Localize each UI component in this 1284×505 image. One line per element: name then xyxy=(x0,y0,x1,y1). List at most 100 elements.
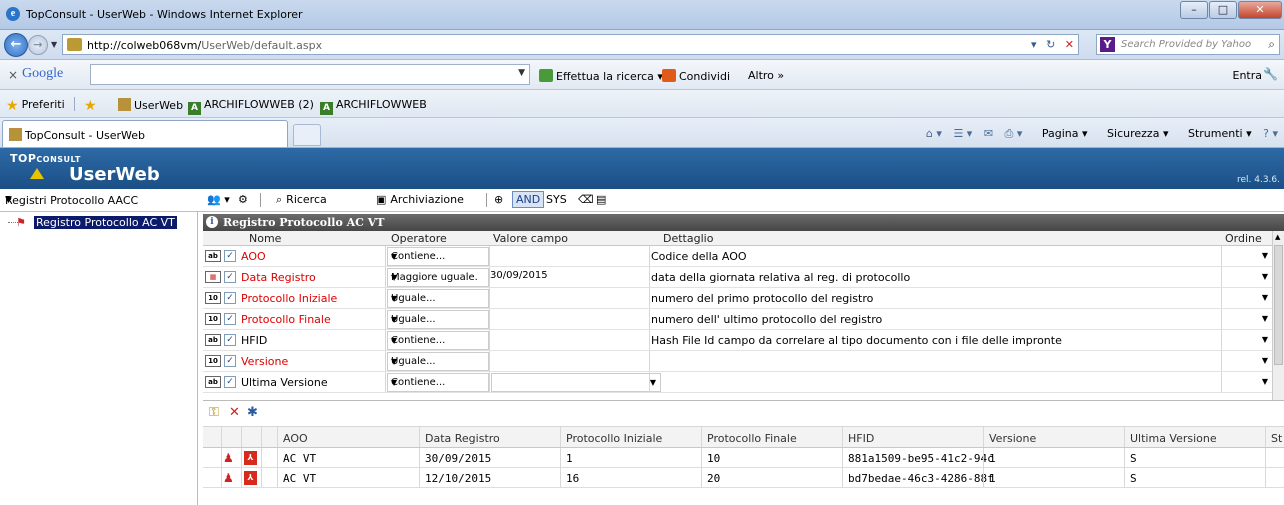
results-col-7[interactable]: St xyxy=(1271,432,1282,445)
search-icon[interactable]: ⌕ xyxy=(1268,37,1275,52)
order-select[interactable]: ▼ xyxy=(1223,268,1272,287)
key-icon[interactable]: ⚿ xyxy=(209,405,219,420)
order-select[interactable]: ▼ xyxy=(1223,310,1272,329)
order-select[interactable]: ▼ xyxy=(1223,289,1272,308)
url-dropdown-icon[interactable]: ▾ xyxy=(1031,38,1037,51)
google-signin-link[interactable]: Entra xyxy=(1233,69,1263,82)
field-enabled-checkbox[interactable]: ✓ xyxy=(224,292,236,304)
menu-pagina[interactable]: Pagina ▾ xyxy=(1034,127,1088,140)
chevron-down-icon[interactable]: ▼ xyxy=(518,68,525,78)
results-col-3[interactable]: Protocollo Finale xyxy=(707,432,797,445)
close-toolbar-icon[interactable]: × xyxy=(8,68,18,82)
filter-row: ab ✓ AOO Contiene... ▼ Codice della AOO ▼ xyxy=(203,246,1284,267)
column-divider xyxy=(489,330,490,350)
results-col-2[interactable]: Protocollo Iniziale xyxy=(566,432,662,445)
and-toggle[interactable]: AND xyxy=(512,191,545,208)
person-icon[interactable]: ♟ xyxy=(223,451,234,465)
google-more-button[interactable]: Altro » xyxy=(748,69,784,82)
pdf-icon[interactable]: ⅄ xyxy=(244,471,257,485)
column-divider xyxy=(1124,448,1125,467)
add-favorite-icon[interactable]: ★ xyxy=(84,98,100,114)
field-enabled-checkbox[interactable]: ✓ xyxy=(224,355,236,367)
minimize-button[interactable]: – xyxy=(1180,1,1208,19)
search-icon: ⌕ xyxy=(276,193,283,206)
results-col-0[interactable]: AOO xyxy=(283,432,308,445)
order-select[interactable]: ▼ xyxy=(1223,331,1272,350)
archive-button[interactable]: ▣ Archiviazione xyxy=(376,193,464,206)
stop-icon[interactable]: ✕ xyxy=(1065,38,1074,51)
pdf-icon[interactable]: ⅄ xyxy=(244,451,257,465)
col-ordine: Ordine xyxy=(1225,232,1262,245)
field-type-icon: 10 xyxy=(205,292,221,304)
notes-icon[interactable]: ▤ xyxy=(596,193,606,206)
maximize-button[interactable]: □ xyxy=(1209,1,1237,19)
favorite-link-userweb[interactable]: UserWeb xyxy=(118,98,183,112)
field-enabled-checkbox[interactable]: ✓ xyxy=(224,271,236,283)
scroll-up-icon[interactable]: ▲ xyxy=(1275,233,1280,241)
sys-toggle[interactable]: SYS xyxy=(546,193,567,206)
scroll-thumb[interactable] xyxy=(1274,245,1283,365)
person-icon[interactable]: ♟ xyxy=(223,471,234,485)
operator-select[interactable]: Contiene... ▼ xyxy=(387,247,489,266)
mail-icon[interactable]: ✉ xyxy=(984,127,993,140)
operator-select[interactable]: Contiene... ▼ xyxy=(387,331,489,350)
value-select[interactable]: ▼ xyxy=(491,373,661,392)
new-tab-button[interactable] xyxy=(293,124,321,146)
google-search-input[interactable]: ▼ xyxy=(90,64,530,85)
home-icon[interactable]: ⌂ ▾ xyxy=(926,127,942,140)
forward-button[interactable]: → xyxy=(28,35,48,55)
field-type-icon: 10 xyxy=(205,313,221,325)
field-enabled-checkbox[interactable]: ✓ xyxy=(224,313,236,325)
results-col-4[interactable]: HFID xyxy=(848,432,874,445)
refresh-icon[interactable]: ↻ xyxy=(1046,38,1055,51)
url-input[interactable]: http://colweb068vm/UserWeb/default.aspx … xyxy=(62,34,1079,55)
operator-select[interactable]: Maggiore uguale. ▼ xyxy=(387,268,489,287)
search-button[interactable]: ⌕ Ricerca xyxy=(276,193,327,207)
table-row[interactable]: ♟ ⅄ AC VT 30/09/2015 1 10 881a1509-be95-41c2-9… xyxy=(203,448,1284,468)
users-icon[interactable]: 👥 ▾ xyxy=(207,193,230,206)
feeds-icon[interactable]: ☰ ▾ xyxy=(953,127,972,140)
menu-strumenti[interactable]: Strumenti ▾ xyxy=(1180,127,1252,140)
operator-select[interactable]: Contiene... ▼ xyxy=(387,373,489,392)
search-box[interactable]: Y Search Provided by Yahoo ⌕ xyxy=(1096,34,1280,55)
back-button[interactable]: ← xyxy=(4,33,28,57)
operator-select[interactable]: Uguale... ▼ xyxy=(387,352,489,371)
tab-topconsult[interactable]: TopConsult - UserWeb xyxy=(2,120,288,147)
wrench-icon[interactable]: 🔧 xyxy=(1263,67,1278,81)
chevron-down-icon: ▼ xyxy=(1261,377,1268,386)
close-button[interactable]: ✕ xyxy=(1238,1,1282,19)
column-divider xyxy=(1265,468,1266,487)
tree-node-registro[interactable]: ⚑ Registro Protocollo AC VT xyxy=(16,216,177,229)
registry-select[interactable]: Registri Protocollo AACC ▼ xyxy=(0,190,196,210)
order-select[interactable]: ▼ xyxy=(1223,352,1272,371)
results-col-6[interactable]: Ultima Versione xyxy=(1130,432,1217,445)
menu-sicurezza[interactable]: Sicurezza ▾ xyxy=(1099,127,1168,140)
bug-icon[interactable]: ✱ xyxy=(247,405,258,420)
order-select[interactable]: ▼ xyxy=(1223,373,1272,392)
field-enabled-checkbox[interactable]: ✓ xyxy=(224,250,236,262)
favorite-link-archiflowweb-2[interactable]: A ARCHIFLOWWEB (2) xyxy=(188,98,314,115)
value-input[interactable]: 30/09/2015 xyxy=(490,270,548,281)
field-enabled-checkbox[interactable]: ✓ xyxy=(224,334,236,346)
filter-scrollbar[interactable]: ▲ xyxy=(1272,231,1284,400)
field-name: Ultima Versione xyxy=(241,376,328,389)
results-col-1[interactable]: Data Registro xyxy=(425,432,500,445)
table-row[interactable]: ♟ ⅄ AC VT 12/10/2015 16 20 bd7bedae-46c3-4286-… xyxy=(203,468,1284,488)
favorites-button[interactable]: ★ Preferiti xyxy=(6,98,65,114)
history-dropdown-icon[interactable]: ▼ xyxy=(51,40,57,49)
order-select[interactable]: ▼ xyxy=(1223,247,1272,266)
favorite-link-archiflowweb[interactable]: A ARCHIFLOWWEB xyxy=(320,98,427,115)
google-search-button[interactable]: Effettua la ricerca ▾ xyxy=(539,69,663,83)
delete-icon[interactable]: ✕ xyxy=(229,405,240,420)
results-col-5[interactable]: Versione xyxy=(989,432,1036,445)
print-icon[interactable]: ⎙ ▾ xyxy=(1005,127,1023,140)
help-icon[interactable]: ? ▾ xyxy=(1263,127,1278,140)
google-share-button[interactable]: Condividi xyxy=(662,69,730,83)
eraser-icon[interactable]: ⌫ xyxy=(578,193,594,206)
config-icon[interactable]: ⚙ xyxy=(238,193,248,206)
info-icon[interactable]: i xyxy=(206,216,218,228)
operator-select[interactable]: Uguale... ▼ xyxy=(387,310,489,329)
binoculars-icon[interactable]: ⊕ xyxy=(494,193,503,206)
field-enabled-checkbox[interactable]: ✓ xyxy=(224,376,236,388)
operator-select[interactable]: Uguale... ▼ xyxy=(387,289,489,308)
